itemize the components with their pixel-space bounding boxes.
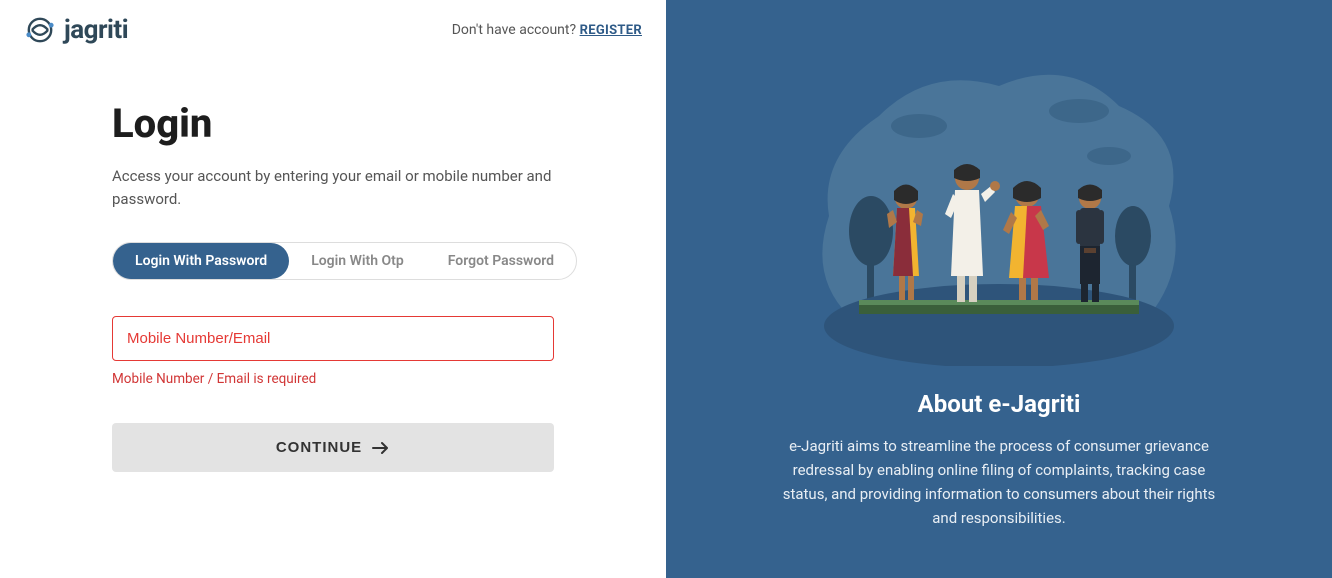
login-tabs: Login With Password Login With Otp Forgo…	[112, 242, 577, 280]
login-panel: jagriti Don't have account? REGISTER Log…	[0, 0, 666, 578]
brand-logo[interactable]: jagriti	[24, 14, 128, 46]
tab-forgot-password[interactable]: Forgot Password	[426, 243, 576, 279]
continue-button[interactable]: CONTINUE	[112, 423, 554, 472]
jagriti-logo-icon	[24, 14, 56, 46]
about-title: About e-Jagriti	[918, 390, 1081, 418]
arrow-right-icon	[372, 441, 390, 455]
mobile-email-input[interactable]	[112, 316, 554, 361]
login-form: Login Access your account by entering yo…	[0, 60, 666, 472]
tab-login-password[interactable]: Login With Password	[113, 243, 289, 279]
validation-error: Mobile Number / Email is required	[112, 371, 554, 387]
login-title: Login	[112, 100, 554, 147]
login-subtitle: Access your account by entering your ema…	[112, 165, 552, 210]
info-panel: About e-Jagriti e-Jagriti aims to stream…	[666, 0, 1332, 578]
register-prompt: Don't have account? REGISTER	[452, 22, 642, 38]
tab-login-otp[interactable]: Login With Otp	[289, 243, 426, 279]
continue-label: CONTINUE	[276, 439, 362, 456]
about-description: e-Jagriti aims to streamline the process…	[779, 434, 1219, 530]
brand-name: jagriti	[64, 15, 128, 45]
register-link[interactable]: REGISTER	[580, 23, 642, 38]
no-account-text: Don't have account?	[452, 22, 580, 38]
people-illustration	[789, 36, 1209, 366]
header: jagriti Don't have account? REGISTER	[0, 0, 666, 60]
